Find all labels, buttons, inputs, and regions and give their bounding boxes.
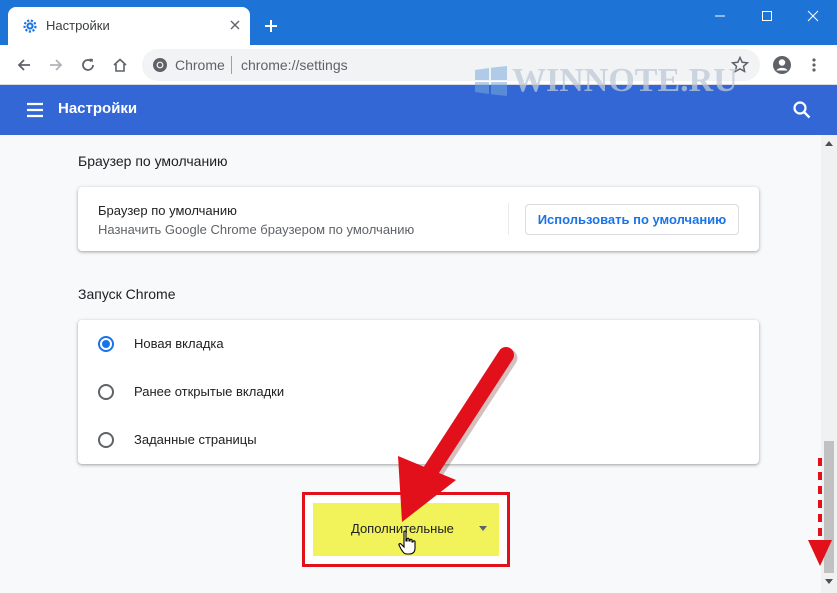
avatar-icon: [773, 56, 791, 74]
title-bar: Настройки: [0, 0, 837, 45]
startup-option-new-tab[interactable]: Новая вкладка: [78, 320, 759, 368]
hand-cursor-icon: [398, 530, 416, 555]
watermark: WINNOTE.RU: [474, 62, 764, 102]
card-divider: [508, 203, 509, 235]
maximize-icon: [762, 11, 772, 21]
windows-logo-icon: [475, 66, 507, 96]
default-browser-row-subtitle: Назначить Google Chrome браузером по умо…: [98, 222, 415, 237]
window-close-button[interactable]: [790, 0, 836, 32]
back-button[interactable]: [10, 51, 38, 79]
scroll-up-arrow-icon[interactable]: [825, 141, 833, 146]
make-default-button[interactable]: Использовать по умолчанию: [525, 204, 739, 235]
scrollbar-thumb[interactable]: [824, 441, 834, 573]
home-button[interactable]: [106, 51, 134, 79]
arrow-left-icon: [17, 59, 30, 71]
startup-section-title: Запуск Chrome: [78, 286, 176, 302]
scroll-down-arrow-icon[interactable]: [825, 579, 833, 584]
caret-down-icon: [479, 526, 487, 531]
forward-button[interactable]: [42, 51, 70, 79]
arrow-right-icon: [50, 59, 63, 71]
gear-icon: [23, 19, 37, 33]
tab-settings[interactable]: Настройки: [8, 7, 250, 45]
chrome-icon: [153, 58, 167, 72]
radio-label: Заданные страницы: [134, 432, 257, 447]
profile-button[interactable]: [768, 51, 796, 79]
radio-button[interactable]: [98, 432, 114, 448]
new-tab-button[interactable]: [260, 15, 282, 37]
tab-close-button[interactable]: [226, 16, 244, 34]
menu-button[interactable]: [800, 51, 828, 79]
default-browser-card: Браузер по умолчанию Назначить Google Ch…: [78, 187, 759, 251]
startup-card: Новая вкладка Ранее открытые вкладки Зад…: [78, 320, 759, 464]
default-browser-section-title: Браузер по умолчанию: [78, 153, 228, 169]
close-icon: [807, 10, 819, 22]
watermark-text: WINNOTE.RU: [512, 62, 738, 99]
scrollbar[interactable]: [821, 135, 837, 593]
home-icon: [113, 58, 127, 72]
maximize-button[interactable]: [744, 0, 790, 32]
page-title: Настройки: [58, 100, 138, 117]
hamburger-menu-icon[interactable]: [24, 99, 46, 121]
tab-title: Настройки: [46, 18, 110, 33]
minimize-icon: [715, 15, 725, 17]
radio-label: Ранее открытые вкладки: [134, 384, 285, 399]
close-icon: [230, 20, 240, 30]
radio-button-selected[interactable]: [98, 336, 114, 352]
search-icon[interactable]: [790, 98, 814, 122]
omnibox-url[interactable]: chrome://settings: [241, 57, 348, 73]
radio-label: Новая вкладка: [134, 336, 224, 351]
minimize-button[interactable]: [697, 0, 743, 32]
more-vertical-icon: [812, 58, 816, 72]
reload-button[interactable]: [74, 51, 102, 79]
startup-option-previous-tabs[interactable]: Ранее открытые вкладки: [78, 368, 759, 416]
omnibox-separator: [231, 56, 232, 74]
startup-option-specific-pages[interactable]: Заданные страницы: [78, 416, 759, 464]
plus-icon: [265, 20, 277, 32]
default-browser-row-title: Браузер по умолчанию: [98, 203, 237, 218]
radio-button[interactable]: [98, 384, 114, 400]
reload-icon: [82, 58, 94, 71]
omnibox-site-label: Chrome: [175, 57, 225, 73]
